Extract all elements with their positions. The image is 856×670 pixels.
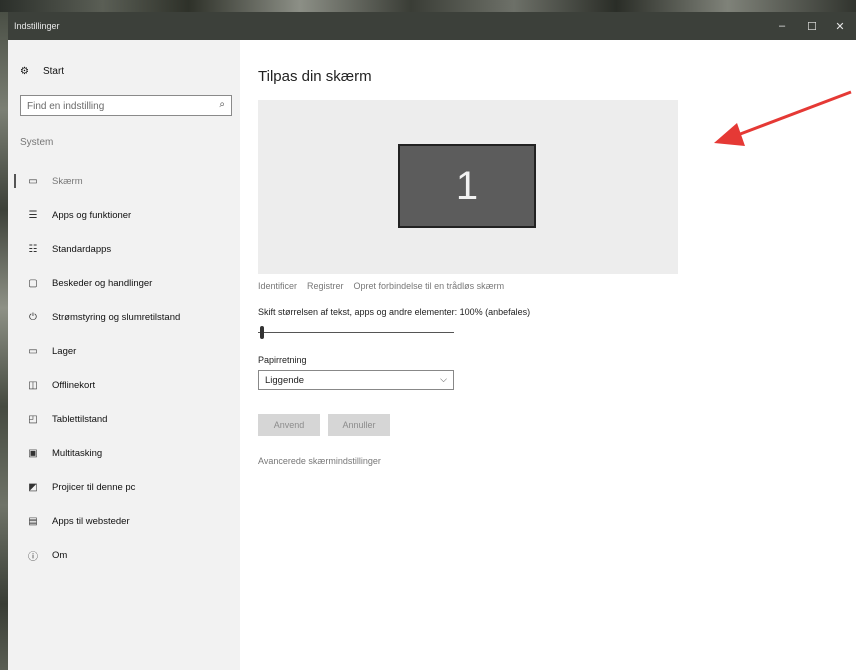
- monitor-1-tile[interactable]: 1: [398, 144, 536, 228]
- sidebar-item-label: Multitasking: [52, 447, 103, 459]
- sidebar-item-label: Standardapps: [52, 243, 112, 255]
- sidebar-item-label: Om: [52, 549, 68, 561]
- sidebar-item-message[interactable]: ▢ Beskeder og handlinger: [8, 266, 240, 300]
- sidebar-item-list[interactable]: ☰ Apps og funktioner: [8, 198, 240, 232]
- sidebar-item-label: Lager: [52, 345, 77, 357]
- close-button[interactable]: ✕: [826, 12, 854, 40]
- sidebar-item-label: Strømstyring og slumretilstand: [52, 311, 181, 323]
- message-icon: ▢: [28, 277, 38, 289]
- multitasking-icon: ▣: [28, 447, 38, 459]
- sidebar-item-label: Offlinekort: [52, 379, 96, 391]
- sidebar-item-multitasking[interactable]: ▣ Multitasking: [8, 436, 240, 470]
- page-title: Tilpas din skærm: [258, 68, 372, 85]
- orientation-label: Papirretning: [258, 355, 307, 365]
- search-input[interactable]: [21, 97, 201, 116]
- search-icon[interactable]: ⌕: [219, 99, 225, 110]
- minimize-icon: –: [778, 20, 786, 32]
- sidebar-item-web-apps[interactable]: ▤ Apps til websteder: [8, 504, 240, 538]
- sidebar-item-project[interactable]: ◩ Projicer til denne pc: [8, 470, 240, 504]
- web-apps-icon: ▤: [28, 515, 38, 527]
- connect-wireless-display-link[interactable]: Opret forbindelse til en trådløs skærm: [354, 281, 505, 291]
- sidebar: ⚙ Start ⌕ System ▭ Skærm ☰ Apps og funktion…: [8, 40, 240, 670]
- sidebar-item-info[interactable]: ⓘ Om: [8, 538, 240, 572]
- chevron-down-icon: ⌵: [440, 374, 447, 384]
- monitor-icon: ▭: [28, 175, 38, 187]
- sidebar-item-monitor[interactable]: ▭ Skærm: [8, 164, 240, 198]
- scale-label: Skift størrelsen af tekst, apps og andre…: [258, 307, 531, 317]
- window-title: Indstillinger: [14, 21, 60, 31]
- search-box[interactable]: ⌕: [20, 95, 232, 116]
- close-icon: ✕: [835, 20, 845, 33]
- tablet-icon: ◰: [28, 413, 38, 425]
- default-apps-icon: ☷: [28, 243, 38, 255]
- maximize-icon: ☐: [807, 20, 817, 33]
- sidebar-section-heading: System: [20, 137, 54, 148]
- apply-button[interactable]: Anvend: [258, 414, 320, 436]
- sidebar-item-power[interactable]: ⏻ Strømstyring og slumretilstand: [8, 300, 240, 334]
- sidebar-item-default-apps[interactable]: ☷ Standardapps: [8, 232, 240, 266]
- maximize-button[interactable]: ☐: [798, 12, 826, 40]
- sidebar-home-label: Start: [42, 66, 65, 77]
- sidebar-home[interactable]: ⚙ Start: [20, 66, 64, 77]
- sidebar-item-label: Apps til websteder: [52, 515, 130, 527]
- sidebar-item-label: Apps og funktioner: [52, 209, 132, 221]
- cancel-button[interactable]: Annuller: [328, 414, 390, 436]
- monitor-number: 1: [455, 163, 479, 208]
- slider-thumb[interactable]: [260, 326, 264, 339]
- minimize-button[interactable]: –: [768, 12, 796, 40]
- power-icon: ⏻: [29, 311, 37, 323]
- desktop-wallpaper-left: [0, 12, 8, 670]
- display-links: Identificer Registrer Opret forbindelse …: [258, 281, 504, 291]
- sidebar-item-storage[interactable]: ▭ Lager: [8, 334, 240, 368]
- desktop-wallpaper-top: [0, 0, 856, 12]
- map-icon: ◫: [28, 379, 38, 391]
- detect-link[interactable]: Registrer: [307, 281, 344, 291]
- orientation-dropdown[interactable]: Liggende ⌵: [258, 370, 454, 390]
- slider-track: [258, 332, 454, 333]
- sidebar-item-map[interactable]: ◫ Offlinekort: [8, 368, 240, 402]
- orientation-value: Liggende: [265, 375, 305, 386]
- sidebar-nav: ▭ Skærm ☰ Apps og funktioner ☷ Standardapps ▢ B…: [8, 164, 240, 572]
- main-content: Tilpas din skærm 1 Identificer Registrer…: [240, 40, 856, 670]
- sidebar-item-label: Skærm: [52, 175, 83, 187]
- scale-slider[interactable]: [258, 324, 454, 340]
- identify-link[interactable]: Identificer: [258, 281, 297, 291]
- storage-icon: ▭: [28, 345, 38, 357]
- list-icon: ☰: [28, 209, 38, 221]
- info-icon: ⓘ: [28, 551, 38, 563]
- sidebar-item-label: Tablettilstand: [52, 413, 108, 425]
- gear-icon: ⚙: [20, 66, 29, 77]
- project-icon: ◩: [28, 481, 38, 493]
- sidebar-item-tablet[interactable]: ◰ Tablettilstand: [8, 402, 240, 436]
- sidebar-item-label: Beskeder og handlinger: [52, 277, 153, 289]
- display-arrangement-area: 1: [258, 100, 678, 274]
- settings-window: Indstillinger – ☐ ✕ ⚙ Start ⌕ System ▭ Sk…: [8, 12, 856, 670]
- sidebar-item-label: Projicer til denne pc: [52, 481, 136, 493]
- advanced-display-settings-link[interactable]: Avancerede skærmindstillinger: [258, 456, 381, 466]
- title-bar[interactable]: Indstillinger – ☐ ✕: [8, 12, 856, 40]
